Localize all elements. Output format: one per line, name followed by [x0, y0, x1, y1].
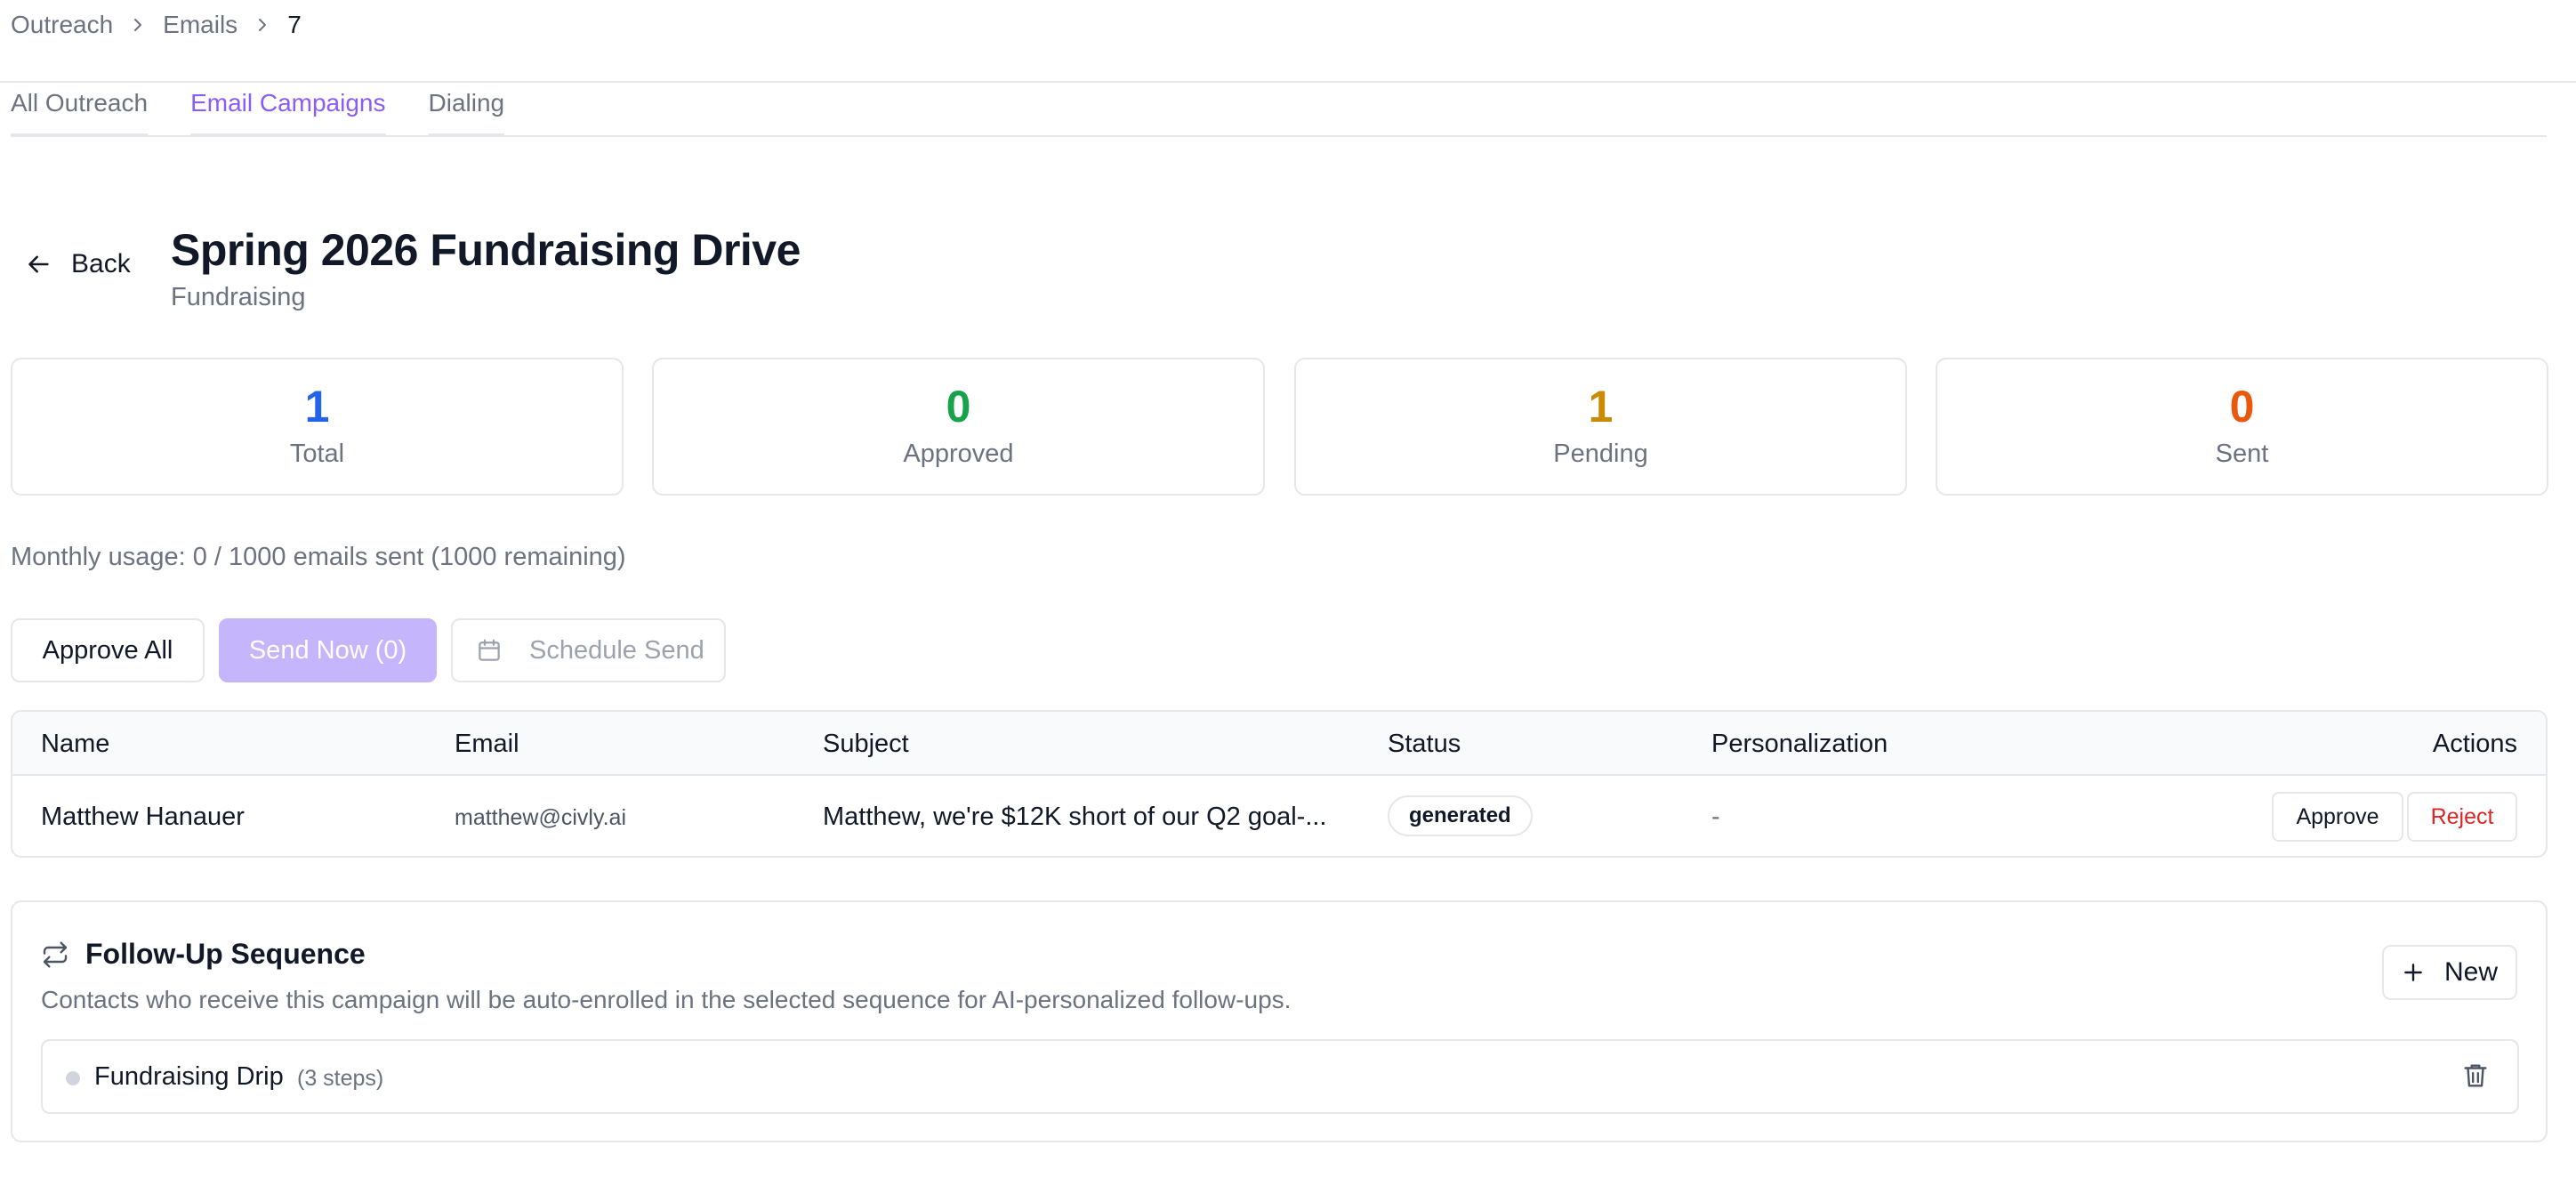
column-header-email: Email: [455, 730, 519, 758]
breadcrumb: Outreach Emails 7: [11, 7, 302, 43]
chevron-right-icon: [255, 18, 270, 32]
sequence-title-label: Follow-Up Sequence: [85, 938, 366, 970]
stat-value: 0: [946, 382, 971, 432]
column-header-name: Name: [41, 730, 110, 758]
breadcrumb-current: 7: [287, 11, 302, 38]
trash-icon[interactable]: [2460, 1061, 2491, 1095]
table-row: Matthew Hanauer matthew@civly.ai Matthew…: [12, 776, 2546, 856]
row-personalization: -: [1711, 803, 1720, 831]
stat-label: Approved: [903, 440, 1014, 468]
breadcrumb-outreach[interactable]: Outreach: [11, 11, 113, 39]
stat-value: 1: [304, 382, 330, 432]
monthly-usage: Monthly usage: 0 / 1000 emails sent (100…: [11, 543, 626, 571]
sequence-item[interactable]: Fundraising Drip (3 steps): [41, 1039, 2519, 1114]
tab-dialing[interactable]: Dialing: [428, 84, 505, 137]
outreach-tabs: All Outreach Email Campaigns Dialing: [11, 82, 2547, 137]
stat-card-pending: 1 Pending: [1294, 358, 1907, 496]
sequence-status-dot: [66, 1071, 80, 1085]
schedule-send-button[interactable]: Schedule Send: [451, 618, 726, 682]
sequence-description: Contacts who receive this campaign will …: [41, 986, 1292, 1013]
stat-label: Sent: [2215, 440, 2269, 468]
schedule-send-label: Schedule Send: [529, 635, 704, 665]
stat-value: 1: [1588, 382, 1614, 432]
breadcrumb-emails[interactable]: Emails: [163, 11, 237, 39]
table-header: Name Email Subject Status Personalizatio…: [12, 712, 2546, 776]
tab-email-campaigns[interactable]: Email Campaigns: [190, 84, 386, 137]
approve-all-button[interactable]: Approve All: [11, 618, 205, 682]
sequence-name: Fundraising Drip: [94, 1062, 284, 1091]
stat-card-approved: 0 Approved: [652, 358, 1265, 496]
page-title: Spring 2026 Fundraising Drive: [171, 225, 801, 275]
approve-button[interactable]: Approve: [2272, 792, 2403, 842]
row-subject: Matthew, we're $12K short of our Q2 goal…: [823, 803, 1327, 831]
new-label: New: [2443, 957, 2498, 987]
new-sequence-button[interactable]: New: [2382, 945, 2517, 1000]
send-now-button[interactable]: Send Now (0): [219, 618, 437, 682]
stat-label: Pending: [1553, 440, 1648, 468]
back-label: Back: [71, 249, 131, 278]
chevron-right-icon: [131, 18, 145, 32]
column-header-status: Status: [1388, 730, 1461, 758]
tab-all-outreach[interactable]: All Outreach: [11, 84, 149, 137]
row-email: matthew@civly.ai: [455, 805, 627, 830]
column-header-actions: Actions: [2432, 730, 2517, 758]
back-button[interactable]: Back: [27, 249, 131, 279]
arrow-left-icon: [28, 255, 49, 273]
sequence-steps: (3 steps): [297, 1066, 384, 1091]
plus-icon: [2404, 964, 2422, 981]
column-header-personalization: Personalization: [1711, 730, 1888, 758]
stat-value: 0: [2229, 382, 2255, 432]
sequence-title: Follow-Up Sequence: [41, 938, 366, 971]
follow-up-sequence-card: Follow-Up Sequence Contacts who receive …: [11, 900, 2548, 1142]
stat-label: Total: [289, 440, 345, 468]
repeat-icon: [43, 940, 68, 968]
stat-card-total: 1 Total: [11, 358, 624, 496]
status-badge: generated: [1388, 795, 1533, 836]
calendar-icon: [479, 639, 500, 661]
reject-button[interactable]: Reject: [2407, 792, 2517, 842]
campaign-category: Fundraising: [171, 283, 306, 311]
row-name: Matthew Hanauer: [41, 803, 245, 831]
column-header-subject: Subject: [823, 730, 909, 758]
recipients-table: Name Email Subject Status Personalizatio…: [11, 710, 2548, 858]
stat-card-sent: 0 Sent: [1936, 358, 2548, 496]
